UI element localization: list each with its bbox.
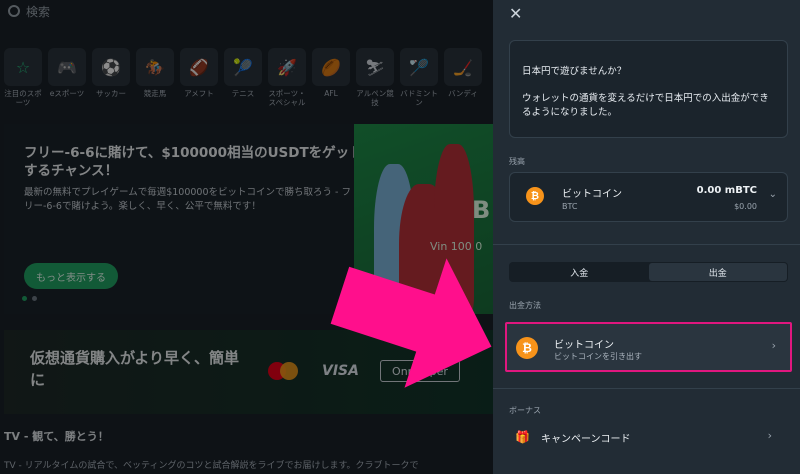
close-icon[interactable]: ✕ <box>509 4 522 23</box>
divider <box>493 388 800 389</box>
pointer-arrow-icon <box>330 258 492 388</box>
tab-withdraw[interactable]: 出金 <box>648 263 787 281</box>
bitcoin-icon: ₿ <box>526 187 544 205</box>
wallet-panel: ✕ 日本円で遊びませんか？ ウォレットの通貨を変えるだけで日本円での入出金ができ… <box>493 0 800 474</box>
balance-currency-code: BTC <box>562 202 578 211</box>
withdraw-method-bitcoin[interactable]: ₿ ビットコイン ビットコインを引き出す › <box>505 322 792 372</box>
notice-heading: 日本円で遊びませんか？ <box>522 66 627 77</box>
balance-label: 残高 <box>509 157 525 166</box>
balance-amount: 0.00 mBTC <box>696 185 757 196</box>
method-name: ビットコイン <box>554 340 614 351</box>
notice-body: ウォレットの通貨を変えるだけで日本円での入出金ができるようになりました。 <box>522 93 769 118</box>
method-description: ビットコインを引き出す <box>554 352 642 361</box>
balance-currency-name: ビットコイン <box>562 189 622 200</box>
gift-icon: 🎁 <box>515 430 530 444</box>
bitcoin-icon: ₿ <box>516 337 538 359</box>
withdraw-method-label: 出金方法 <box>509 301 541 310</box>
bonus-label: ボーナス <box>509 406 541 415</box>
tab-deposit[interactable]: 入金 <box>510 263 649 281</box>
campaign-code-label: キャンペーンコード <box>541 434 631 445</box>
divider <box>493 244 800 245</box>
chevron-right-icon: › <box>771 339 776 352</box>
deposit-withdraw-tabs: 入金 出金 <box>509 262 788 282</box>
balance-selector[interactable]: ₿ ビットコイン BTC 0.00 mBTC $0.00 ⌄ <box>509 172 788 222</box>
chevron-down-icon: ⌄ <box>768 189 777 200</box>
chevron-right-icon: › <box>767 429 772 442</box>
campaign-code-item[interactable]: 🎁 キャンペーンコード › <box>509 424 788 450</box>
currency-notice: 日本円で遊びませんか？ ウォレットの通貨を変えるだけで日本円での入出金ができるよ… <box>509 40 788 138</box>
balance-fiat-value: $0.00 <box>734 202 757 211</box>
